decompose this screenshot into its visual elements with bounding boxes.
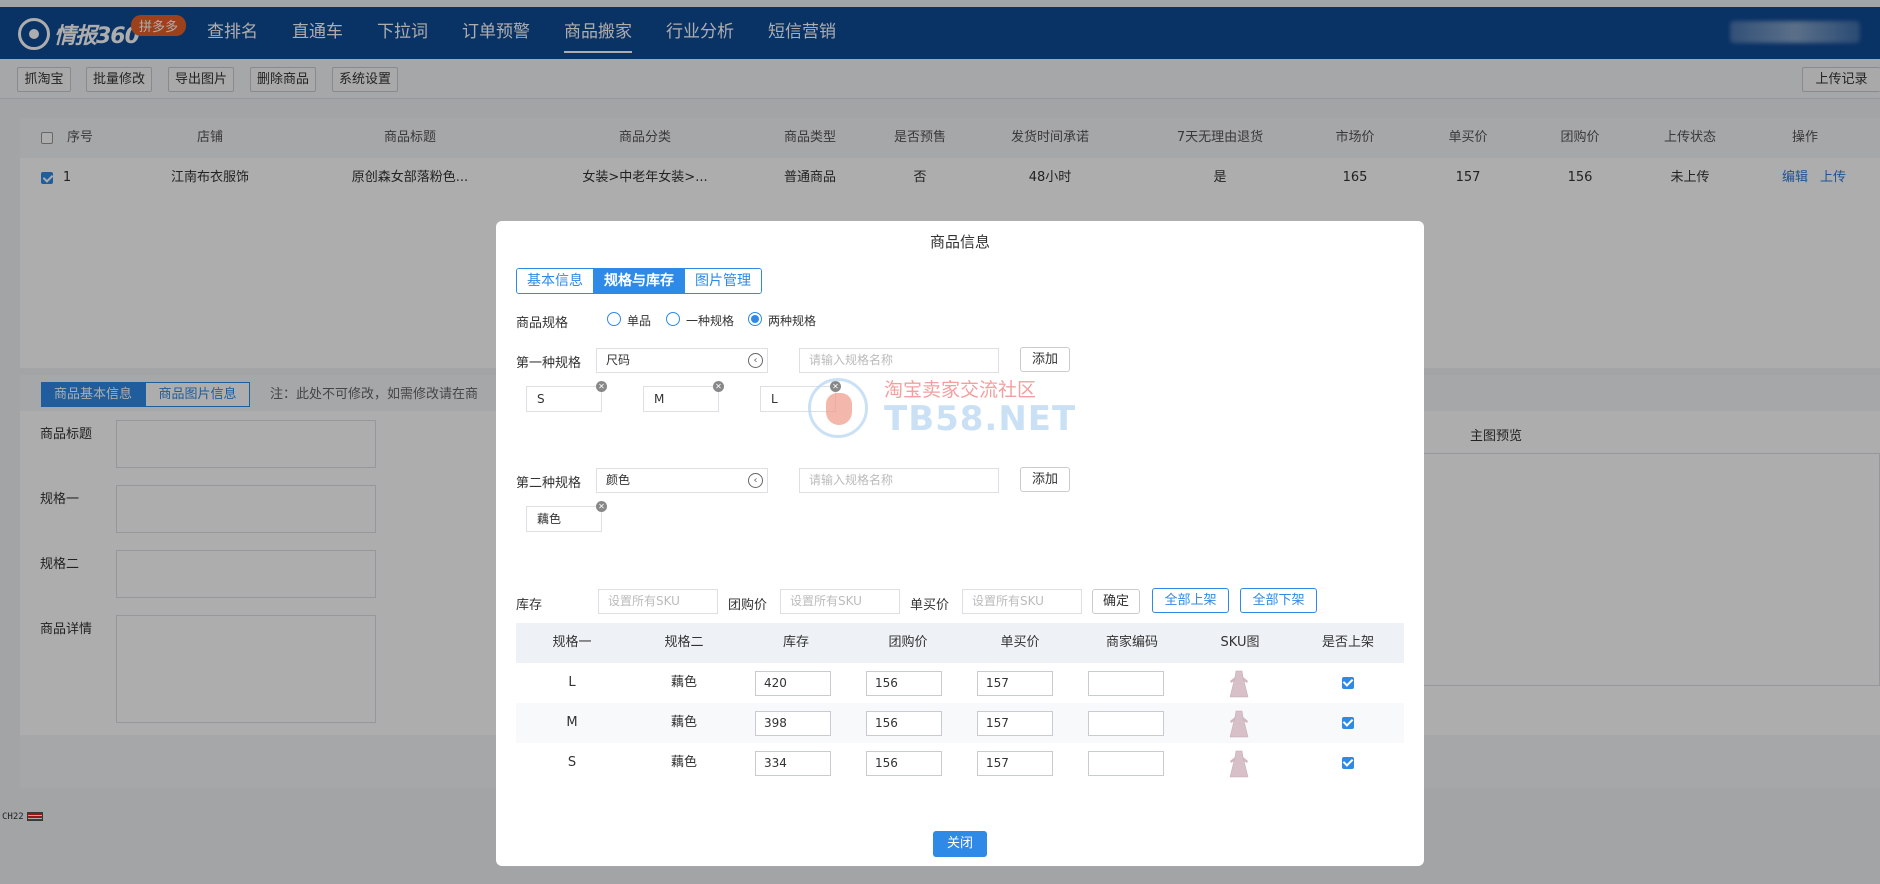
sku-spec2: 藕色 (670, 715, 697, 730)
chip-label: S (537, 392, 545, 406)
batch-confirm-button[interactable]: 确定 (1092, 589, 1140, 614)
close-button[interactable]: 关闭 (933, 831, 987, 857)
remove-icon[interactable]: ✕ (830, 381, 841, 392)
batch-stock-label: 库存 (516, 598, 543, 613)
watermark-line1: 淘宝卖家交流社区 (884, 379, 1037, 401)
spec-type-label: 商品规格 (516, 316, 569, 331)
sku-on-shelf-checkbox[interactable] (1342, 717, 1354, 729)
watermark: 淘宝卖家交流社区 TB58.NET (808, 373, 1075, 443)
remove-icon[interactable]: ✕ (596, 381, 607, 392)
spec1-value-chip[interactable]: S ✕ (526, 381, 607, 412)
sku-stock-input[interactable]: 398 (755, 711, 831, 736)
tab-basic[interactable]: 基本信息 (517, 269, 593, 293)
batch-single-input[interactable]: 设置所有SKU (962, 589, 1082, 614)
spec1-select[interactable]: 尺码 ‹ (596, 348, 768, 373)
chevron-left-icon[interactable]: ‹ (748, 353, 763, 368)
spec2-add-button[interactable]: 添加 (1020, 467, 1070, 492)
sku-col-image: SKU图 (1220, 635, 1260, 650)
sku-spec2: 藕色 (670, 675, 697, 690)
sku-table-header: 规格一 规格二 库存 团购价 单买价 商家编码 SKU图 是否上架 (516, 623, 1404, 663)
dress-thumbnail-icon[interactable] (1226, 749, 1252, 779)
spec1-label: 第一种规格 (516, 356, 582, 371)
chip-label: M (654, 392, 665, 406)
sku-group-input[interactable]: 156 (866, 751, 942, 776)
tab-images[interactable]: 图片管理 (684, 269, 761, 293)
sku-code-input[interactable] (1088, 671, 1164, 696)
modal-tabs: 基本信息 规格与库存 图片管理 (516, 268, 762, 294)
table-row: M 藕色 398 156 157 (516, 703, 1404, 743)
spec1-add-button[interactable]: 添加 (1020, 347, 1070, 372)
sku-group-input[interactable]: 156 (866, 711, 942, 736)
radio-single-label: 单品 (627, 314, 652, 328)
chevron-left-icon[interactable]: ‹ (748, 473, 763, 488)
radio-one-spec-label: 一种规格 (686, 314, 735, 328)
watermark-line2: TB58.NET (884, 399, 1077, 439)
sku-col-on-shelf: 是否上架 (1321, 635, 1374, 650)
radio-one-spec[interactable] (666, 312, 680, 326)
spec1-select-value: 尺码 (606, 353, 631, 367)
chip-label: L (771, 392, 778, 406)
sku-spec2: 藕色 (670, 755, 697, 770)
spec2-label: 第二种规格 (516, 476, 582, 491)
sku-spec1: L (568, 675, 576, 690)
product-info-modal: 商品信息 基本信息 规格与库存 图片管理 商品规格 单品 一种规格 两种规格 第… (496, 221, 1424, 866)
batch-stock-input[interactable]: 设置所有SKU (598, 589, 718, 614)
batch-group-label: 团购价 (728, 598, 768, 613)
sku-spec1: M (566, 715, 578, 730)
all-off-shelf-button[interactable]: 全部下架 (1240, 588, 1317, 613)
sku-code-input[interactable] (1088, 711, 1164, 736)
modal-title: 商品信息 (929, 233, 990, 251)
sku-stock-input[interactable]: 334 (755, 751, 831, 776)
all-on-shelf-button[interactable]: 全部上架 (1152, 588, 1229, 613)
sku-col-stock: 库存 (782, 635, 809, 650)
radio-two-spec-label: 两种规格 (768, 314, 817, 328)
sku-on-shelf-checkbox[interactable] (1342, 757, 1354, 769)
sku-spec1: S (567, 755, 577, 770)
sku-col-spec1: 规格一 (552, 635, 592, 650)
radio-single[interactable] (607, 312, 621, 326)
dress-thumbnail-icon[interactable] (1226, 709, 1252, 739)
spec1-value-chip[interactable]: L ✕ (760, 381, 841, 412)
sku-group-input[interactable]: 156 (866, 671, 942, 696)
table-row: S 藕色 334 156 157 (516, 743, 1404, 783)
spec2-select[interactable]: 颜色 ‹ (596, 468, 768, 493)
sku-single-input[interactable]: 157 (977, 671, 1053, 696)
spec2-select-value: 颜色 (606, 473, 631, 487)
spec2-value-chip[interactable]: 藕色 ✕ (526, 501, 607, 532)
sku-code-input[interactable] (1088, 751, 1164, 776)
sku-col-group: 团购价 (888, 635, 928, 650)
table-row: L 藕色 420 156 157 (516, 663, 1404, 703)
sku-stock-input[interactable]: 420 (755, 671, 831, 696)
chip-label: 藕色 (537, 512, 562, 526)
sku-single-input[interactable]: 157 (977, 711, 1053, 736)
sku-col-spec2: 规格二 (664, 635, 704, 650)
spec2-name-input[interactable]: 请输入规格名称 (799, 468, 999, 493)
batch-group-input[interactable]: 设置所有SKU (780, 589, 900, 614)
dress-thumbnail-icon[interactable] (1226, 669, 1252, 699)
sku-col-code: 商家编码 (1105, 635, 1158, 650)
sku-on-shelf-checkbox[interactable] (1342, 677, 1354, 689)
spec1-name-input[interactable]: 请输入规格名称 (799, 348, 999, 373)
sku-col-single: 单买价 (1000, 635, 1040, 650)
remove-icon[interactable]: ✕ (713, 381, 724, 392)
radio-two-spec[interactable] (748, 312, 762, 326)
tab-spec-stock[interactable]: 规格与库存 (593, 269, 684, 293)
batch-single-label: 单买价 (910, 598, 950, 613)
remove-icon[interactable]: ✕ (596, 501, 607, 512)
spec1-value-chip[interactable]: M ✕ (643, 381, 724, 412)
sku-single-input[interactable]: 157 (977, 751, 1053, 776)
